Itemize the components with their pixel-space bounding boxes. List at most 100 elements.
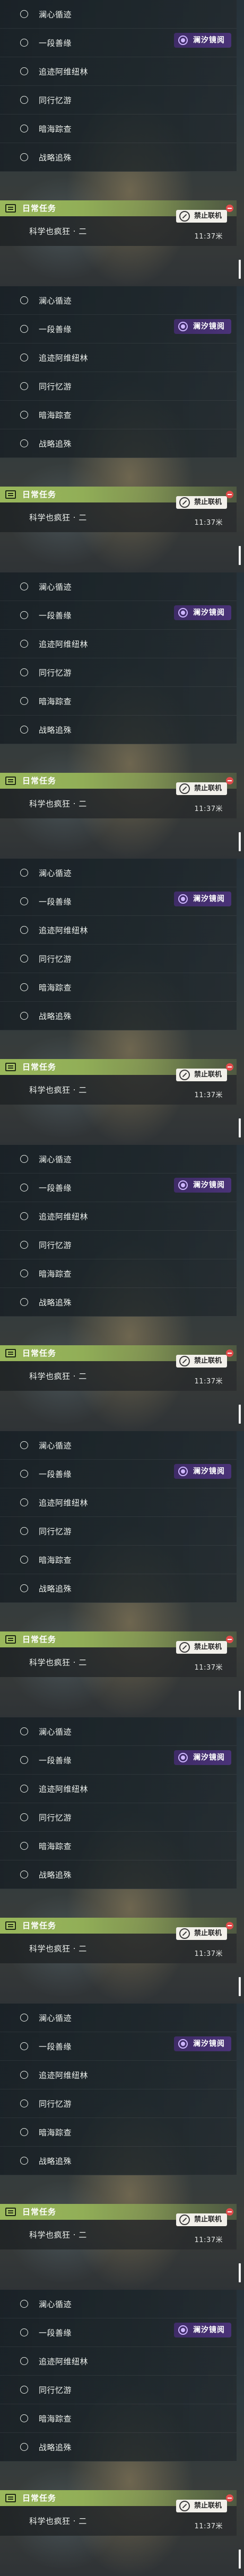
radio-icon[interactable] [20, 1784, 28, 1793]
quest-row-2[interactable]: 追迹阿维纽林 [0, 57, 237, 86]
quest-row-4[interactable]: 暗海踪查 [0, 1832, 237, 1860]
radio-icon[interactable] [20, 10, 28, 18]
quest-row-2[interactable]: 追迹阿维纽林 [0, 2347, 237, 2376]
radio-icon[interactable] [20, 1183, 28, 1192]
radio-icon[interactable] [20, 2414, 28, 2422]
quest-row-0[interactable]: 澜心循迹 [0, 286, 237, 315]
radio-icon[interactable] [20, 95, 28, 104]
quest-row-2[interactable]: 追迹阿维纽林 [0, 630, 237, 658]
quest-row-2[interactable]: 追迹阿维纽林 [0, 1488, 237, 1517]
quest-row-2[interactable]: 追迹阿维纽林 [0, 1202, 237, 1231]
radio-icon[interactable] [20, 2042, 28, 2050]
radio-icon[interactable] [20, 67, 28, 75]
scrollbar-thumb[interactable] [239, 1405, 241, 1424]
quest-row-0[interactable]: 澜心循迹 [0, 1717, 237, 1746]
daily-task-row[interactable]: 科学也疯狂 · 二 禁止联机 11:37米 [0, 2500, 237, 2536]
radio-icon[interactable] [20, 582, 28, 590]
radio-icon[interactable] [20, 1555, 28, 1564]
quest-row-1[interactable]: 一段善缘 澜汐镜阅 [0, 315, 237, 343]
quest-row-5[interactable]: 战略追殊 [0, 716, 237, 744]
daily-task-row[interactable]: 科学也疯狂 · 二 禁止联机 11:37米 [0, 1927, 237, 1963]
quest-row-1[interactable]: 一段善缘 澜汐镜阅 [0, 601, 237, 630]
quest-row-1[interactable]: 一段善缘 澜汐镜阅 [0, 1460, 237, 1488]
radio-icon[interactable] [20, 611, 28, 619]
quest-row-3[interactable]: 同行忆游 [0, 1231, 237, 1259]
quest-row-1[interactable]: 一段善缘 澜汐镜阅 [0, 887, 237, 916]
quest-row-5[interactable]: 战略追殊 [0, 1860, 237, 1889]
scrollbar-thumb[interactable] [239, 260, 241, 279]
radio-icon[interactable] [20, 1011, 28, 1020]
quest-row-2[interactable]: 追迹阿维纽林 [0, 1775, 237, 1803]
daily-task-row[interactable]: 科学也疯狂 · 二 禁止联机 11:37米 [0, 2213, 237, 2249]
quest-row-5[interactable]: 战略追殊 [0, 429, 237, 458]
quest-row-3[interactable]: 同行忆游 [0, 2089, 237, 2118]
radio-icon[interactable] [20, 124, 28, 133]
quest-row-4[interactable]: 暗海踪查 [0, 1259, 237, 1288]
scrollbar-thumb[interactable] [239, 1977, 241, 1996]
quest-row-3[interactable]: 同行忆游 [0, 945, 237, 973]
quest-row-0[interactable]: 澜心循迹 [0, 1145, 237, 1174]
quest-row-4[interactable]: 暗海踪查 [0, 973, 237, 1002]
quest-row-1[interactable]: 一段善缘 澜汐镜阅 [0, 2318, 237, 2347]
quest-row-5[interactable]: 战略追殊 [0, 1288, 237, 1317]
radio-icon[interactable] [20, 296, 28, 304]
radio-icon[interactable] [20, 1870, 28, 1878]
daily-task-row[interactable]: 科学也疯狂 · 二 禁止联机 11:37米 [0, 782, 237, 818]
quest-row-0[interactable]: 澜心循迹 [0, 0, 237, 29]
radio-icon[interactable] [20, 1813, 28, 1821]
quest-row-5[interactable]: 战略追殊 [0, 2147, 237, 2175]
daily-task-row[interactable]: 科学也疯狂 · 二 禁止联机 11:37米 [0, 210, 237, 246]
radio-icon[interactable] [20, 2013, 28, 2022]
quest-row-1[interactable]: 一段善缘 澜汐镜阅 [0, 29, 237, 57]
quest-row-4[interactable]: 暗海踪查 [0, 687, 237, 716]
radio-icon[interactable] [20, 410, 28, 419]
radio-icon[interactable] [20, 1441, 28, 1449]
quest-row-3[interactable]: 同行忆游 [0, 1517, 237, 1546]
quest-row-0[interactable]: 澜心循迹 [0, 572, 237, 601]
quest-row-0[interactable]: 澜心循迹 [0, 859, 237, 887]
quest-row-4[interactable]: 暗海踪查 [0, 401, 237, 429]
quest-row-1[interactable]: 一段善缘 澜汐镜阅 [0, 1746, 237, 1775]
radio-icon[interactable] [20, 2128, 28, 2136]
radio-icon[interactable] [20, 1727, 28, 1735]
radio-icon[interactable] [20, 1298, 28, 1306]
radio-icon[interactable] [20, 2328, 28, 2336]
radio-icon[interactable] [20, 382, 28, 390]
quest-row-3[interactable]: 同行忆游 [0, 86, 237, 114]
scrollbar-thumb[interactable] [239, 2549, 241, 2569]
radio-icon[interactable] [20, 725, 28, 734]
radio-icon[interactable] [20, 1240, 28, 1249]
daily-task-row[interactable]: 科学也疯狂 · 二 禁止联机 11:37米 [0, 1069, 237, 1105]
quest-row-3[interactable]: 同行忆游 [0, 1803, 237, 1832]
radio-icon[interactable] [20, 1469, 28, 1478]
daily-task-row[interactable]: 科学也疯狂 · 二 禁止联机 11:37米 [0, 1355, 237, 1391]
radio-icon[interactable] [20, 439, 28, 447]
radio-icon[interactable] [20, 2442, 28, 2451]
quest-row-3[interactable]: 同行忆游 [0, 372, 237, 401]
quest-row-0[interactable]: 澜心循迹 [0, 1431, 237, 1460]
radio-icon[interactable] [20, 925, 28, 934]
radio-icon[interactable] [20, 1269, 28, 1277]
radio-icon[interactable] [20, 1584, 28, 1592]
quest-row-1[interactable]: 一段善缘 澜汐镜阅 [0, 2032, 237, 2061]
radio-icon[interactable] [20, 2070, 28, 2079]
radio-icon[interactable] [20, 1212, 28, 1220]
quest-row-4[interactable]: 暗海踪查 [0, 114, 237, 143]
quest-row-0[interactable]: 澜心循迹 [0, 2004, 237, 2032]
quest-row-5[interactable]: 战略追殊 [0, 143, 237, 172]
quest-row-0[interactable]: 澜心循迹 [0, 2290, 237, 2318]
radio-icon[interactable] [20, 353, 28, 361]
radio-icon[interactable] [20, 668, 28, 676]
radio-icon[interactable] [20, 897, 28, 905]
radio-icon[interactable] [20, 2299, 28, 2308]
quest-row-1[interactable]: 一段善缘 澜汐镜阅 [0, 1174, 237, 1202]
quest-row-5[interactable]: 战略追殊 [0, 2433, 237, 2462]
radio-icon[interactable] [20, 153, 28, 161]
radio-icon[interactable] [20, 2385, 28, 2394]
daily-task-row[interactable]: 科学也疯狂 · 二 禁止联机 11:37米 [0, 1641, 237, 1677]
radio-icon[interactable] [20, 639, 28, 648]
scrollbar-thumb[interactable] [239, 1118, 241, 1137]
radio-icon[interactable] [20, 696, 28, 705]
quest-row-5[interactable]: 战略追殊 [0, 1002, 237, 1030]
scrollbar-thumb[interactable] [239, 2263, 241, 2282]
